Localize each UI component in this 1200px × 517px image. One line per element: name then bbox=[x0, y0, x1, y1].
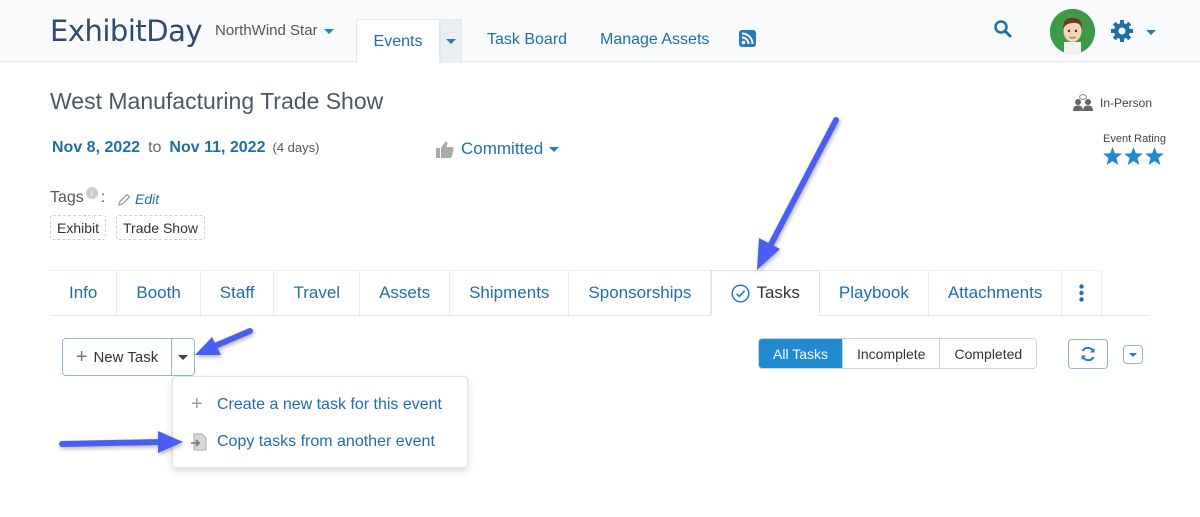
tab-info[interactable]: Info bbox=[50, 270, 118, 315]
event-duration: (4 days) bbox=[272, 140, 320, 155]
edit-tags-label: Edit bbox=[135, 191, 160, 207]
new-task-dropdown-menu: + Create a new task for this event Copy … bbox=[172, 376, 468, 468]
file-import-icon bbox=[191, 433, 211, 451]
event-rating-label: Event Rating bbox=[1103, 133, 1166, 145]
menu-item-create-task-label: Create a new task for this event bbox=[217, 395, 442, 413]
event-tabs: Info Booth Staff Travel Assets Shipments… bbox=[50, 270, 1150, 316]
new-task-menu-toggle[interactable] bbox=[171, 338, 195, 376]
new-task-label: New Task bbox=[93, 348, 159, 366]
tab-booth[interactable]: Booth bbox=[117, 270, 201, 315]
tab-assets[interactable]: Assets bbox=[360, 270, 451, 315]
refresh-button[interactable] bbox=[1068, 339, 1108, 369]
plus-icon: + bbox=[75, 345, 88, 368]
tab-tasks-label: Tasks bbox=[756, 283, 800, 302]
user-avatar[interactable] bbox=[1050, 9, 1095, 54]
new-task-button[interactable]: + New Task bbox=[62, 338, 172, 376]
info-icon[interactable]: i bbox=[85, 187, 98, 199]
nav-manage-assets[interactable]: Manage Assets bbox=[600, 31, 709, 49]
search-icon[interactable] bbox=[993, 19, 1013, 39]
rss-feed-icon[interactable] bbox=[739, 30, 756, 47]
annotation-arrow bbox=[757, 117, 839, 270]
tag-chip[interactable]: Exhibit bbox=[50, 215, 107, 240]
tab-playbook[interactable]: Playbook bbox=[819, 270, 929, 315]
more-vertical-icon bbox=[1079, 284, 1085, 302]
plus-icon: + bbox=[191, 393, 203, 415]
chevron-down-icon bbox=[323, 28, 334, 34]
event-dates: Nov 8, 2022 to Nov 11, 2022 (4 days) bbox=[52, 139, 319, 157]
nav-events[interactable]: Events bbox=[356, 19, 440, 63]
check-circle-icon bbox=[731, 283, 750, 303]
menu-item-copy-tasks[interactable]: Copy tasks from another event bbox=[191, 433, 435, 451]
more-tabs-button[interactable] bbox=[1062, 270, 1103, 315]
gear-icon[interactable] bbox=[1110, 19, 1134, 43]
refresh-icon bbox=[1081, 346, 1095, 362]
nav-task-board[interactable]: Task Board bbox=[487, 31, 567, 49]
app-logo[interactable]: ExhibitDay bbox=[50, 14, 203, 48]
filter-all-tasks[interactable]: All Tasks bbox=[759, 339, 843, 368]
org-switcher[interactable]: NorthWind Star bbox=[215, 22, 334, 39]
events-menu-toggle[interactable] bbox=[440, 19, 462, 63]
event-rating-stars[interactable] bbox=[1103, 147, 1164, 165]
org-name: NorthWind Star bbox=[215, 22, 318, 39]
tags-colon: : bbox=[100, 189, 106, 206]
tag-chip[interactable]: Trade Show bbox=[116, 215, 205, 240]
filter-completed[interactable]: Completed bbox=[940, 339, 1037, 368]
tab-tasks[interactable]: Tasks bbox=[711, 270, 820, 316]
tags-title: Tags bbox=[50, 189, 84, 206]
chevron-down-icon bbox=[549, 146, 560, 152]
menu-item-create-task[interactable]: + Create a new task for this event bbox=[191, 393, 442, 416]
tab-sponsorships[interactable]: Sponsorships bbox=[569, 270, 712, 315]
edit-tags-link[interactable]: Edit bbox=[118, 191, 159, 207]
star-icon[interactable] bbox=[1124, 147, 1143, 165]
tab-staff[interactable]: Staff bbox=[200, 270, 275, 315]
pencil-icon bbox=[118, 193, 131, 206]
task-filter-group: All Tasks Incomplete Completed bbox=[758, 338, 1038, 369]
annotation-arrow bbox=[195, 328, 253, 355]
chevron-down-icon bbox=[178, 354, 188, 360]
start-date[interactable]: Nov 8, 2022 bbox=[52, 139, 140, 157]
event-title: West Manufacturing Trade Show bbox=[50, 88, 384, 114]
tags-label: Tags i: bbox=[50, 187, 106, 207]
tab-travel[interactable]: Travel bbox=[274, 270, 361, 315]
thumbs-up-icon bbox=[436, 141, 454, 158]
date-separator: to bbox=[148, 139, 162, 156]
star-icon[interactable] bbox=[1103, 147, 1122, 165]
star-icon[interactable] bbox=[1145, 147, 1164, 165]
settings-menu-chevron-icon[interactable] bbox=[1146, 30, 1156, 35]
chevron-down-icon bbox=[446, 39, 456, 44]
tab-shipments[interactable]: Shipments bbox=[450, 270, 570, 315]
event-status-label: Committed bbox=[461, 139, 544, 158]
event-status-dropdown[interactable]: Committed bbox=[436, 139, 560, 159]
event-format: In-Person bbox=[1072, 94, 1152, 112]
people-icon bbox=[1073, 94, 1093, 111]
annotation-arrow bbox=[59, 431, 183, 453]
end-date[interactable]: Nov 11, 2022 bbox=[169, 139, 265, 157]
filter-incomplete[interactable]: Incomplete bbox=[842, 339, 941, 368]
top-navbar: ExhibitDay NorthWind Star Events Task Bo… bbox=[0, 0, 1200, 63]
tab-attachments[interactable]: Attachments bbox=[928, 270, 1063, 315]
chevron-down-icon bbox=[1129, 352, 1137, 357]
menu-item-copy-tasks-label: Copy tasks from another event bbox=[217, 433, 435, 450]
event-format-label: In-Person bbox=[1100, 96, 1153, 110]
collapse-toggle[interactable] bbox=[1123, 345, 1143, 364]
